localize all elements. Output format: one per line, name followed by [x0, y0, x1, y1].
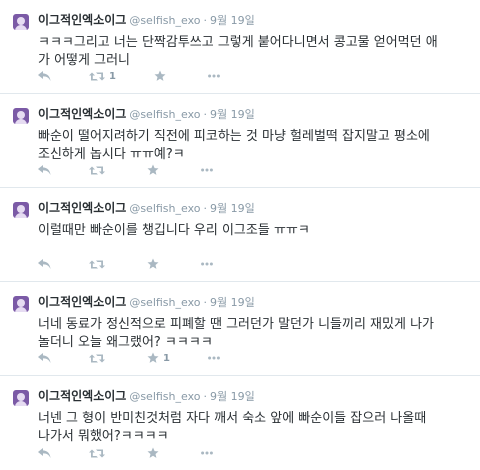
- tweet-actions: 1: [38, 69, 258, 83]
- display-name[interactable]: 이그적인엑소이그: [38, 295, 126, 309]
- tweet[interactable]: 이그적인엑소이그 @selfish_exo · 9월 19일 빠순이 떨어지려하기 직…: [0, 94, 480, 188]
- timestamp[interactable]: 9월 19일: [210, 202, 255, 215]
- reply-button[interactable]: [38, 70, 51, 82]
- separator-dot: ·: [203, 390, 208, 403]
- retweet-icon: [89, 166, 105, 174]
- reply-button[interactable]: [38, 352, 51, 364]
- user-handle[interactable]: @selfish_exo: [129, 14, 200, 27]
- tweet-header: 이그적인엑소이그 @selfish_exo · 9월 19일: [38, 200, 255, 217]
- tweet[interactable]: 이그적인엑소이그 @selfish_exo · 9월 19일 이럴때만 빠순이를 챙깁…: [0, 188, 480, 282]
- tweet[interactable]: 이그적인엑소이그 @selfish_exo · 9월 19일 ㅋㅋㅋ그리고 너는 단짝…: [0, 0, 480, 94]
- tweet-header: 이그적인엑소이그 @selfish_exo · 9월 19일: [38, 106, 255, 123]
- more-dots-icon: [201, 262, 213, 266]
- retweet-button[interactable]: [89, 259, 109, 270]
- avatar[interactable]: [13, 108, 29, 124]
- favorite-button[interactable]: [154, 70, 170, 82]
- favorite-star-icon: [147, 258, 159, 269]
- favorite-star-icon: [147, 164, 159, 175]
- timestamp[interactable]: 9월 19일: [210, 296, 255, 309]
- tweet-text: 너넨 그 형이 반미친것처럼 자다 깨서 숙소 앞에 빠순이들 잡으러 나올때 …: [38, 411, 427, 444]
- timestamp[interactable]: 9월 19일: [210, 390, 255, 403]
- favorite-star-icon: [147, 447, 159, 458]
- more-dots-icon: [201, 451, 213, 455]
- more-button[interactable]: [201, 168, 213, 172]
- retweet-button[interactable]: [89, 448, 109, 459]
- retweet-button[interactable]: [89, 353, 109, 364]
- reply-icon: [38, 352, 51, 363]
- tweet-header: 이그적인엑소이그 @selfish_exo · 9월 19일: [38, 294, 255, 311]
- favorite-button[interactable]: [147, 258, 163, 270]
- user-handle[interactable]: @selfish_exo: [129, 202, 200, 215]
- tweet-timeline: 이그적인엑소이그 @selfish_exo · 9월 19일 ㅋㅋㅋ그리고 너는 단짝…: [0, 0, 480, 470]
- retweet-icon: [89, 449, 105, 457]
- user-handle[interactable]: @selfish_exo: [129, 108, 200, 121]
- reply-icon: [38, 70, 51, 81]
- retweet-icon: [89, 72, 105, 80]
- timestamp[interactable]: 9월 19일: [210, 14, 255, 27]
- more-button[interactable]: [201, 262, 213, 266]
- retweet-icon: [89, 260, 105, 268]
- tweet-header: 이그적인엑소이그 @selfish_exo · 9월 19일: [38, 388, 255, 405]
- reply-icon: [38, 164, 51, 175]
- reply-button[interactable]: [38, 447, 51, 459]
- separator-dot: ·: [203, 296, 208, 309]
- favorite-button[interactable]: [147, 447, 163, 459]
- more-dots-icon: [208, 356, 220, 360]
- retweet-button[interactable]: [89, 165, 109, 176]
- reply-button[interactable]: [38, 258, 51, 270]
- avatar[interactable]: [13, 14, 29, 30]
- avatar[interactable]: [13, 202, 29, 218]
- tweet-actions: [38, 163, 251, 177]
- more-dots-icon: [208, 74, 220, 78]
- more-button[interactable]: [208, 74, 220, 78]
- tweet-text: 이럴때만 빠순이를 챙깁니다 우리 이그조들 ㅠㅠㅋ: [38, 223, 310, 238]
- favorite-star-icon: [154, 70, 166, 81]
- more-button[interactable]: [208, 356, 220, 360]
- favorite-button[interactable]: 1: [147, 352, 170, 364]
- more-button[interactable]: [201, 451, 213, 455]
- reply-button[interactable]: [38, 164, 51, 176]
- tweet-text: 빠순이 떨어지려하기 직전에 피코하는 것 마냥 헐레벌떡 잡지말고 평소에 조…: [38, 129, 430, 162]
- favorite-star-icon: [147, 352, 159, 363]
- user-handle[interactable]: @selfish_exo: [129, 296, 200, 309]
- user-handle[interactable]: @selfish_exo: [129, 390, 200, 403]
- display-name[interactable]: 이그적인엑소이그: [38, 107, 126, 121]
- display-name[interactable]: 이그적인엑소이그: [38, 201, 126, 215]
- separator-dot: ·: [203, 14, 208, 27]
- tweet-header: 이그적인엑소이그 @selfish_exo · 9월 19일: [38, 12, 255, 29]
- avatar[interactable]: [13, 390, 29, 406]
- display-name[interactable]: 이그적인엑소이그: [38, 13, 126, 27]
- tweet-actions: [38, 257, 251, 271]
- tweet-actions: 1: [38, 351, 258, 365]
- tweet-actions: [38, 446, 251, 460]
- separator-dot: ·: [203, 202, 208, 215]
- tweet-text: ㅋㅋㅋ그리고 너는 단짝감투쓰고 그렇게 붙어다니면서 콩고물 얻어먹던 애 가…: [38, 35, 438, 68]
- tweet[interactable]: 이그적인엑소이그 @selfish_exo · 9월 19일 너네 동료가 정신적으로…: [0, 282, 480, 376]
- retweet-icon: [89, 354, 105, 362]
- retweet-button[interactable]: 1: [89, 71, 116, 82]
- reply-icon: [38, 258, 51, 269]
- favorite-count: 1: [163, 352, 170, 364]
- reply-icon: [38, 447, 51, 458]
- retweet-count: 1: [109, 70, 116, 82]
- more-dots-icon: [201, 168, 213, 172]
- separator-dot: ·: [203, 108, 208, 121]
- tweet[interactable]: 이그적인엑소이그 @selfish_exo · 9월 19일 너넨 그 형이 반미친것…: [0, 376, 480, 470]
- tweet-text: 너네 동료가 정신적으로 피폐할 땐 그러던가 말던가 니들끼리 재밌게 나가 …: [38, 317, 434, 350]
- avatar[interactable]: [13, 296, 29, 312]
- favorite-button[interactable]: [147, 164, 163, 176]
- display-name[interactable]: 이그적인엑소이그: [38, 389, 126, 403]
- timestamp[interactable]: 9월 19일: [210, 108, 255, 121]
